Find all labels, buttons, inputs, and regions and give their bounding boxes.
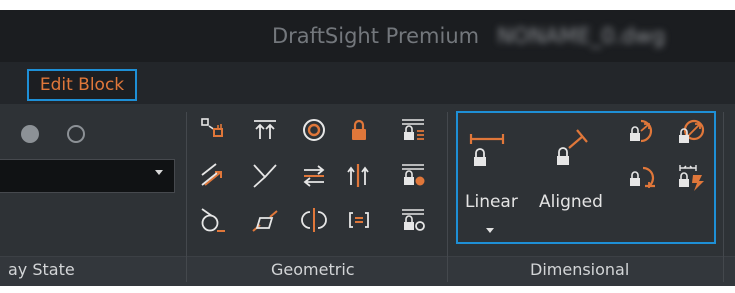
parallel-constraint-icon[interactable] — [197, 161, 229, 189]
bottom-edge — [0, 286, 735, 293]
concentric-constraint-icon[interactable] — [298, 116, 330, 144]
state-indicator-empty-icon[interactable] — [67, 125, 85, 143]
panel-label-display-state: ay State — [8, 260, 75, 279]
perpendicular-constraint-icon[interactable] — [249, 161, 281, 189]
diameter-dimension-icon[interactable] — [676, 117, 708, 145]
state-indicator-filled-icon[interactable] — [21, 125, 39, 143]
display-state-select[interactable] — [0, 159, 175, 193]
linear-dimension-icon[interactable] — [468, 129, 508, 169]
aligned-dimension-icon[interactable] — [551, 126, 591, 168]
equal-constraint-icon[interactable] — [298, 161, 330, 189]
panel-label-geometric: Geometric — [271, 260, 355, 279]
app-title: DraftSight Premium — [272, 24, 480, 48]
chevron-down-icon[interactable] — [155, 170, 163, 175]
horizontal-constraint-icon[interactable] — [249, 116, 281, 144]
symmetric-constraint-icon[interactable] — [298, 206, 330, 234]
linear-dimension-label[interactable]: Linear — [465, 192, 518, 212]
tangent-constraint-icon[interactable] — [197, 206, 229, 234]
aligned-dimension-label[interactable]: Aligned — [539, 192, 603, 212]
window-title: DraftSight Premium NONAME_0.dwg — [272, 24, 665, 48]
fix-constraint-icon[interactable] — [197, 116, 229, 144]
convert-dimension-icon[interactable] — [676, 164, 708, 192]
chevron-down-icon[interactable] — [486, 228, 494, 233]
lock-icon[interactable] — [343, 116, 375, 144]
vertical-constraint-icon[interactable] — [343, 161, 375, 189]
file-name: NONAME_0.dwg — [497, 24, 666, 48]
tab-edit-block[interactable]: Edit Block — [27, 69, 137, 101]
collinear-constraint-icon[interactable] — [249, 206, 281, 234]
coincident-constraint-icon[interactable] — [343, 206, 375, 234]
radius-dimension-icon[interactable] — [627, 117, 659, 145]
panel-divider — [723, 112, 724, 282]
panel-divider — [186, 112, 187, 282]
hide-constraint-icon[interactable] — [397, 161, 429, 189]
angular-dimension-icon[interactable] — [627, 164, 659, 192]
app-window: DraftSight Premium NONAME_0.dwg Edit Bloc… — [0, 0, 735, 293]
constraint-settings-icon[interactable] — [397, 206, 429, 234]
show-constraints-icon[interactable] — [397, 116, 429, 144]
panel-divider — [447, 112, 448, 282]
panel-label-dimensional: Dimensional — [530, 260, 630, 279]
